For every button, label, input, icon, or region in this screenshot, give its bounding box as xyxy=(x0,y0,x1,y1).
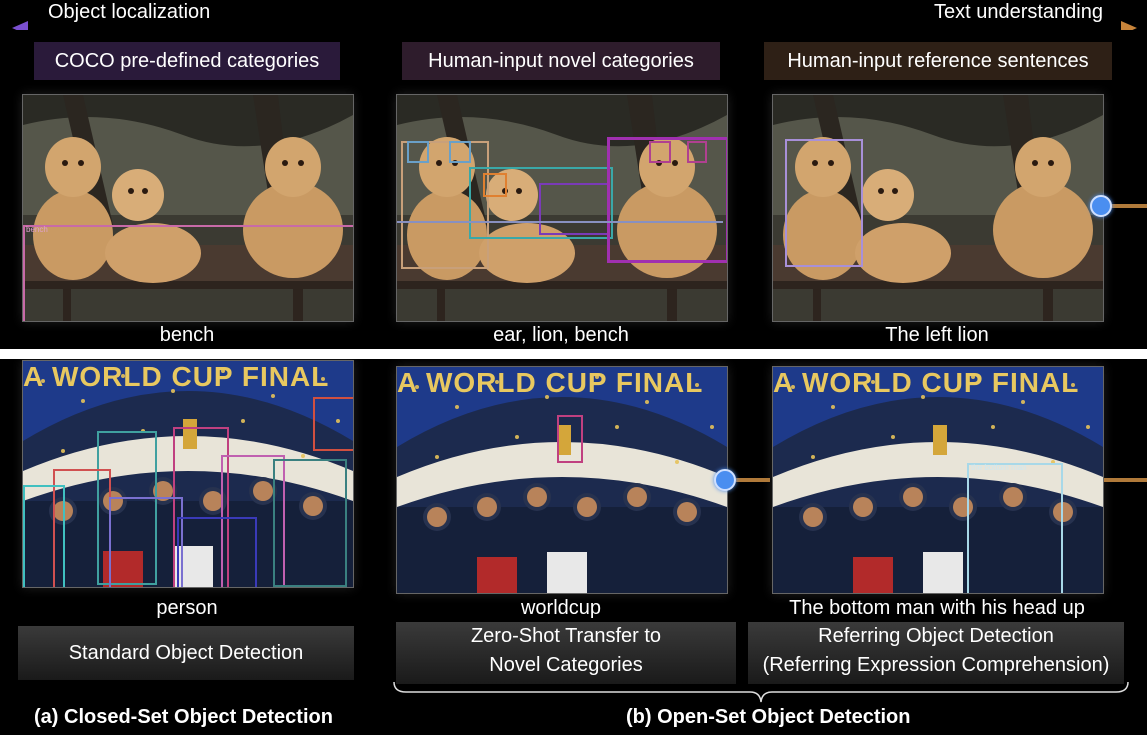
panel-worldcup-novel: A WORLD CUP FINAL xyxy=(396,366,728,594)
caption-person: person xyxy=(156,597,218,619)
open-set-brace xyxy=(393,681,1129,703)
bbox-person xyxy=(313,397,353,451)
caption-left-lion: The left lion xyxy=(885,324,989,346)
bbox-left-lion xyxy=(785,139,863,267)
bbox-bench xyxy=(397,221,723,223)
row-divider xyxy=(0,349,1147,359)
bbox-worldcup xyxy=(557,415,583,463)
task-referring-line1: Referring Object Detection xyxy=(818,625,1054,647)
bbox-bottom-man xyxy=(967,463,1063,593)
arrow-right-head xyxy=(1121,21,1137,30)
connector-dot-middle xyxy=(714,469,736,491)
task-zero-shot: Zero-Shot Transfer to Novel Categories xyxy=(396,622,736,684)
task-referring: Referring Object Detection (Referring Ex… xyxy=(748,622,1124,684)
panel-worldcup-person: A WORLD CUP FINAL xyxy=(22,360,354,588)
connector-middle xyxy=(736,478,770,482)
bbox-person xyxy=(177,517,257,587)
caption-worldcup: worldcup xyxy=(520,597,602,619)
bbox-person xyxy=(23,485,65,587)
panel-worldcup-reference: A WORLD CUP FINAL the bottom man xyxy=(772,366,1104,594)
bbox-region xyxy=(539,183,609,235)
banner-text: A WORLD CUP FINAL xyxy=(23,361,330,392)
category-novel: Human-input novel categories xyxy=(402,42,720,80)
connector-bottom-right xyxy=(1104,478,1147,482)
caption-ear-lion-bench: ear, lion, bench xyxy=(493,324,629,346)
category-coco: COCO pre-defined categories xyxy=(34,42,340,80)
bbox-person xyxy=(273,459,347,587)
bbox-ear xyxy=(649,141,671,163)
bbox-tag-bench: bench xyxy=(26,225,48,234)
section-open-set: (b) Open-Set Object Detection xyxy=(626,706,911,728)
arrow-left-head xyxy=(12,21,28,30)
panel-lions-reference xyxy=(772,94,1104,322)
bbox-ear xyxy=(449,141,471,163)
task-referring-line2: (Referring Expression Comprehension) xyxy=(762,654,1110,676)
banner-text: A WORLD CUP FINAL xyxy=(773,367,1080,398)
caption-bottom-man: The bottom man with his head up xyxy=(789,597,1085,619)
category-reference: Human-input reference sentences xyxy=(764,42,1112,80)
bbox-ear xyxy=(483,173,507,197)
bbox-person xyxy=(109,497,183,587)
task-zero-shot-line2: Novel Categories xyxy=(489,654,643,676)
bbox-tag-bottom-man: the bottom man xyxy=(971,463,1027,472)
task-standard-detection: Standard Object Detection xyxy=(18,626,354,680)
panel-lions-bench: bench xyxy=(22,94,354,322)
bbox-ear xyxy=(687,141,707,163)
axis-left-label: Object localization xyxy=(48,1,211,23)
section-closed-set: (a) Closed-Set Object Detection xyxy=(34,706,333,728)
caption-bench: bench xyxy=(159,324,215,346)
connector-top xyxy=(1108,204,1147,208)
connector-dot-top xyxy=(1090,195,1112,217)
task-zero-shot-line1: Zero-Shot Transfer to xyxy=(470,625,662,647)
axis-right-label: Text understanding xyxy=(933,1,1103,23)
worldcup-image xyxy=(397,367,727,593)
bbox-bench xyxy=(23,225,353,321)
banner-text: A WORLD CUP FINAL xyxy=(397,367,704,398)
bbox-ear xyxy=(407,141,429,163)
panel-lions-novel xyxy=(396,94,728,322)
